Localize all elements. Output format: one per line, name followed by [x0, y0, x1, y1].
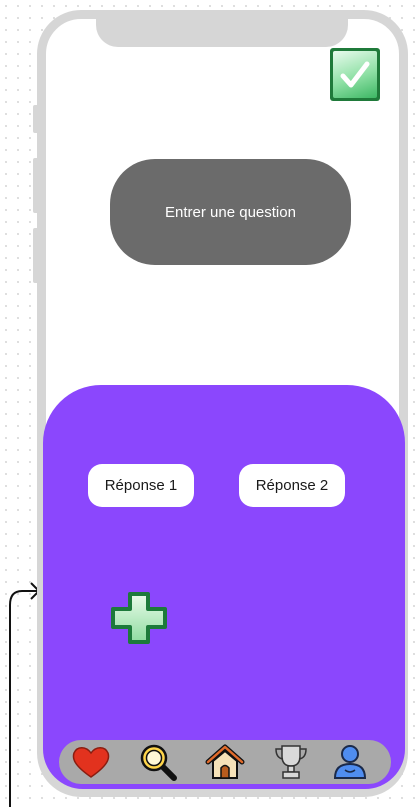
- checkmark-icon: [333, 51, 377, 98]
- search-icon: [140, 744, 177, 781]
- add-answer-button[interactable]: [110, 592, 168, 644]
- question-placeholder: Entrer une question: [165, 203, 296, 221]
- tab-profile[interactable]: [328, 740, 372, 784]
- tab-search[interactable]: [136, 740, 180, 784]
- question-input[interactable]: Entrer une question: [110, 159, 351, 265]
- tab-home[interactable]: [203, 740, 247, 784]
- answers-panel: [43, 385, 405, 789]
- answer-2-button[interactable]: Réponse 2: [239, 464, 345, 507]
- tab-leaderboard[interactable]: [269, 740, 313, 784]
- heart-icon: [72, 747, 110, 778]
- answer-1-label: Réponse 1: [104, 477, 178, 494]
- trophy-icon: [275, 745, 307, 779]
- tab-favorites[interactable]: [69, 740, 113, 784]
- home-icon: [205, 744, 245, 779]
- phone-notch: [96, 10, 348, 47]
- plus-icon: [111, 592, 167, 644]
- answer-2-label: Réponse 2: [255, 477, 329, 494]
- answer-1-button[interactable]: Réponse 1: [88, 464, 194, 507]
- profile-icon: [333, 745, 367, 779]
- confirm-button[interactable]: [330, 48, 380, 101]
